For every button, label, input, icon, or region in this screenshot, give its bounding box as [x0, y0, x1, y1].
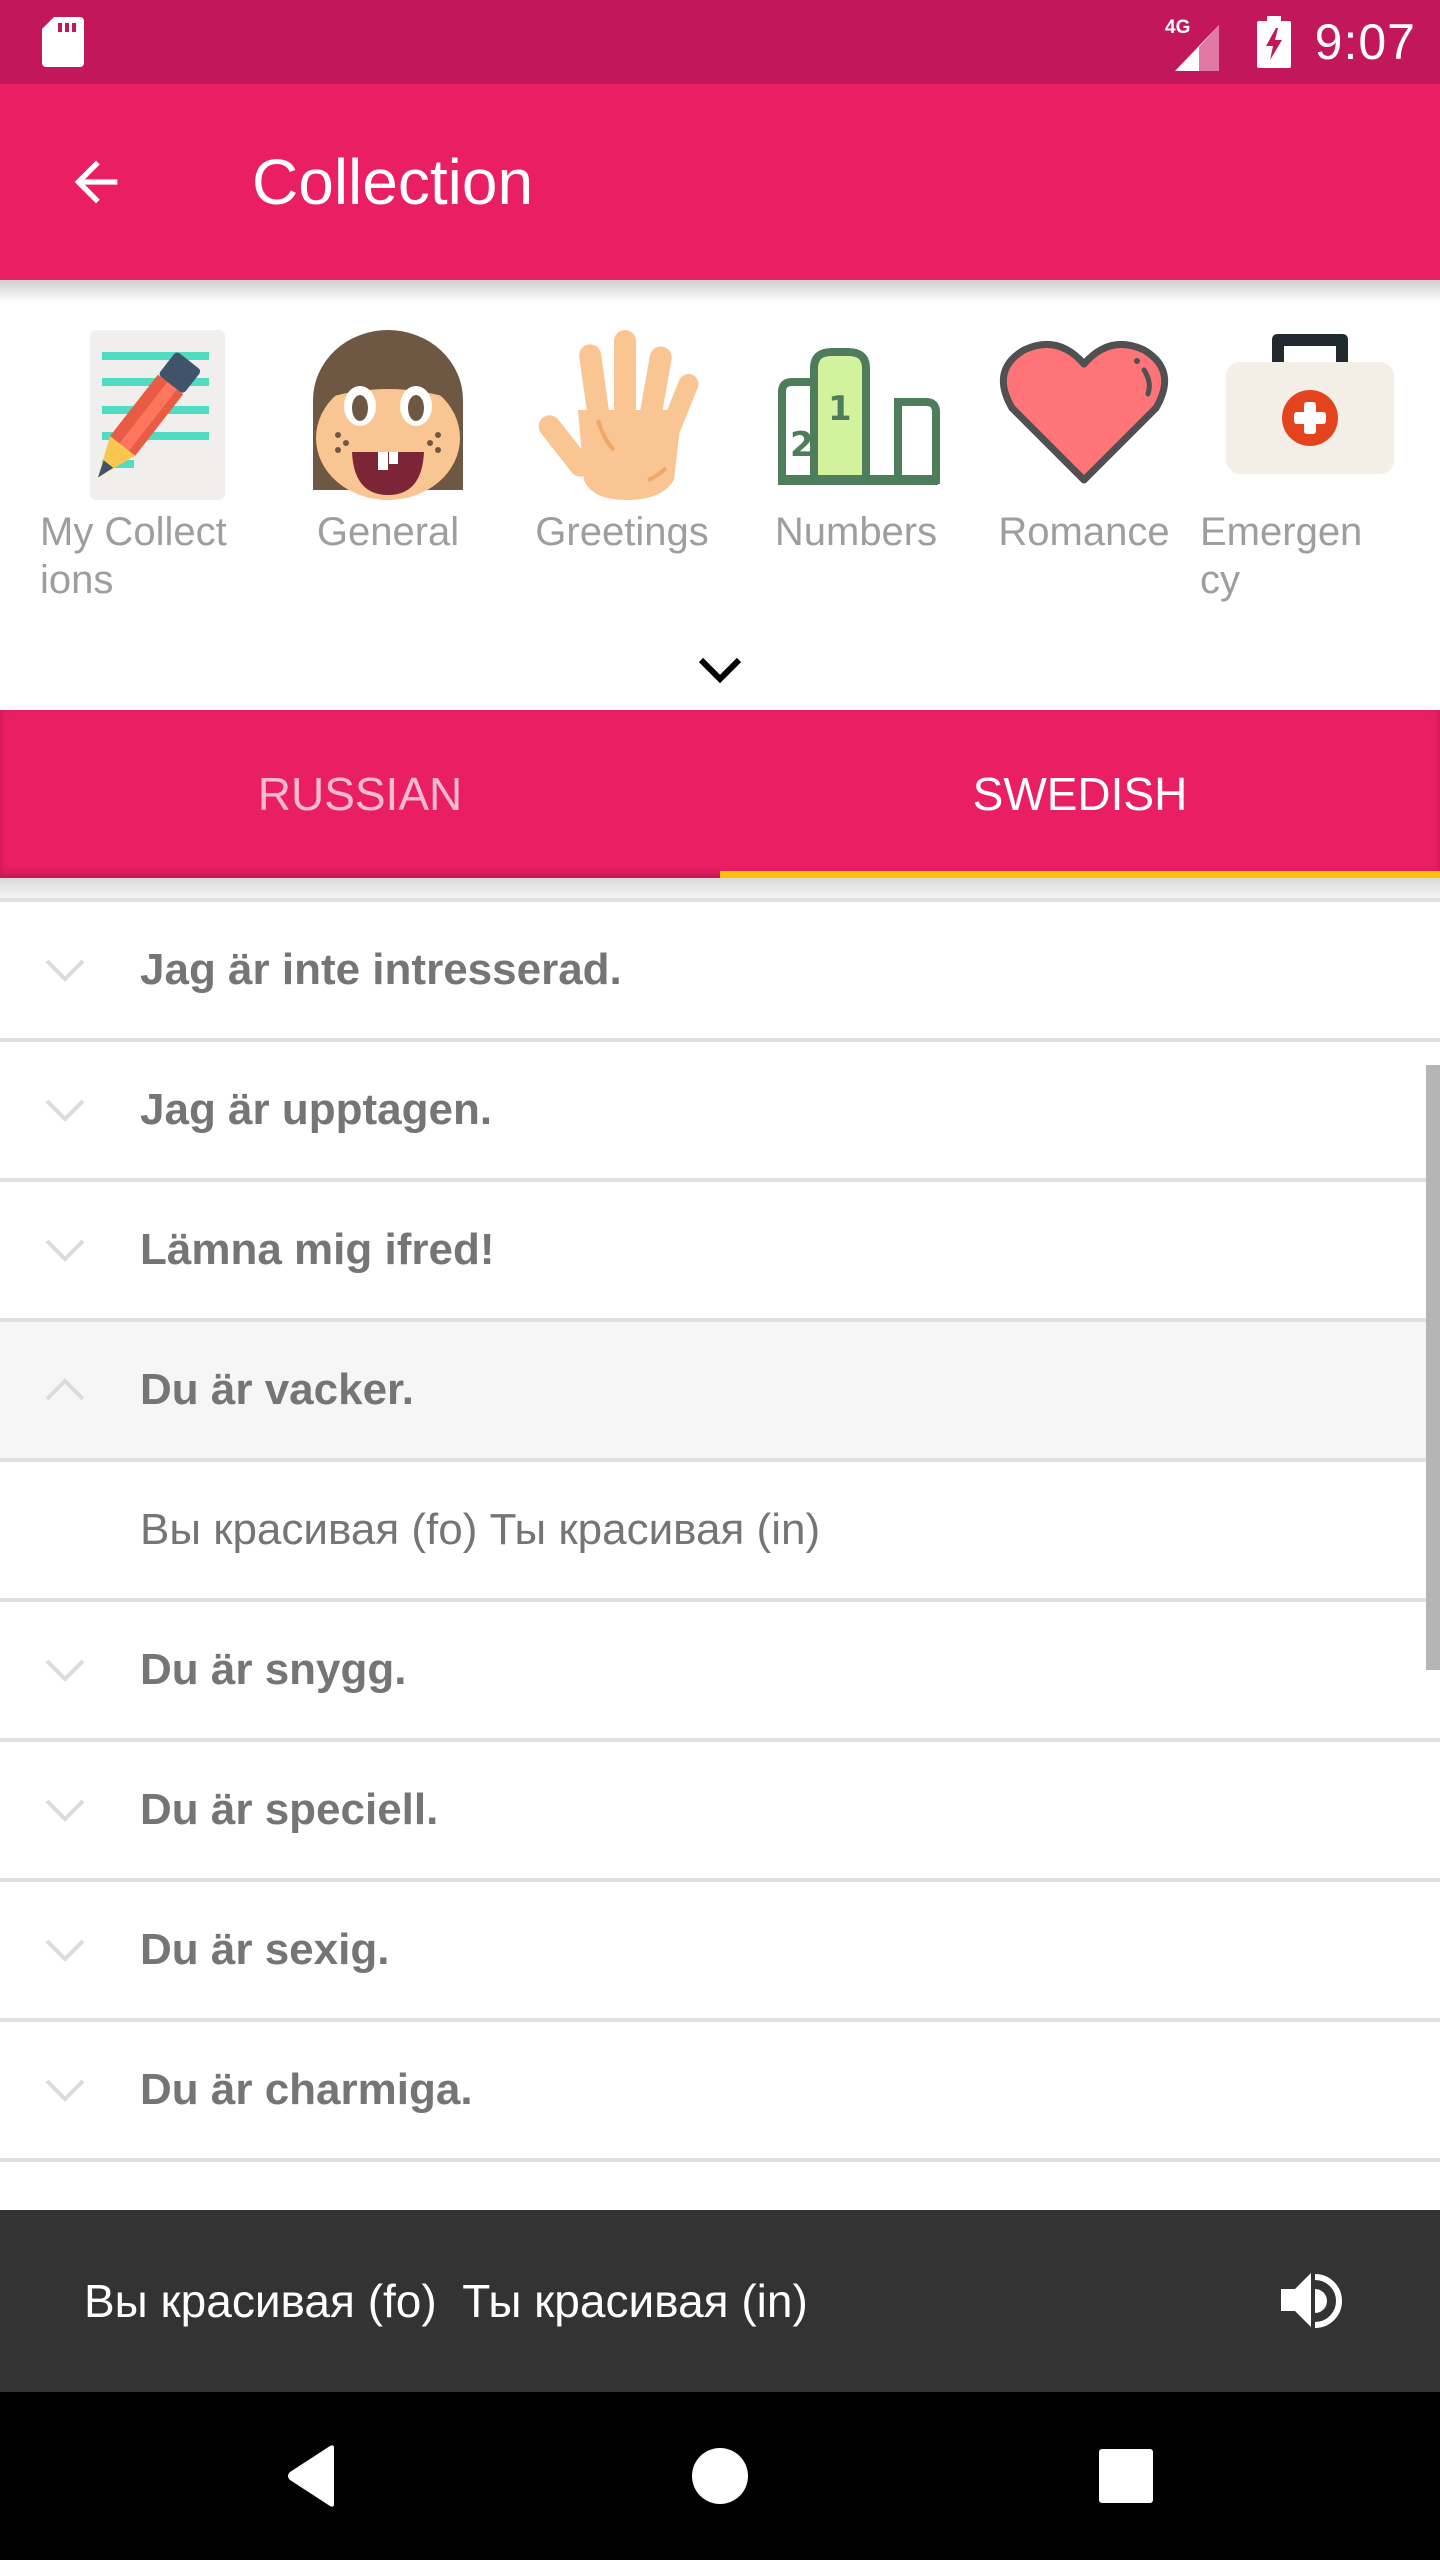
chevron-up-icon — [45, 1378, 85, 1401]
waving-hand-icon — [538, 330, 699, 500]
nav-home-button[interactable] — [670, 2426, 770, 2526]
phrase-row[interactable]: Du är speciell. — [0, 1738, 1440, 1878]
toolbar-shadow — [0, 280, 1440, 302]
translation-snackbar: Вы красивая (fo) Ты красивая (in) — [0, 2210, 1440, 2392]
category-label: Romance — [998, 510, 1170, 554]
svg-text:1: 1 — [828, 389, 852, 429]
category-label: My Collect ions — [40, 510, 227, 602]
phrase-list: Jag är inte intresserad. Jag är upptagen… — [0, 898, 1440, 2210]
chevron-down-icon — [45, 1239, 85, 1262]
phrase-translation-row[interactable]: Вы красивая (fo) Ты красивая (in) — [0, 1458, 1440, 1598]
podium-icon: 2 1 — [778, 348, 940, 485]
girl-face-icon — [313, 330, 463, 500]
phrase-text: Du är charmiga. — [140, 2065, 473, 2114]
category-label: Greetings — [535, 510, 709, 554]
category-romance[interactable]: Romance — [974, 330, 1194, 630]
system-nav-bar — [0, 2392, 1440, 2560]
phrase-row[interactable]: Du är snygg. — [0, 1598, 1440, 1738]
language-tabs: RUSSIAN SWEDISH — [0, 710, 1440, 878]
phrase-row[interactable] — [0, 2158, 1440, 2210]
back-button[interactable] — [48, 134, 144, 230]
svg-text:2: 2 — [790, 425, 814, 465]
category-my-collections[interactable]: My Collect ions — [40, 330, 260, 630]
clock: 9:07 — [1314, 14, 1416, 70]
speak-button[interactable] — [1262, 2250, 1362, 2350]
chevron-down-icon — [45, 959, 85, 982]
category-strip: My Collect ions General Greetings 2 1 Nu… — [0, 280, 1440, 710]
category-greetings[interactable]: Greetings — [512, 330, 732, 630]
nav-back-button[interactable] — [264, 2426, 364, 2526]
battery-charging-icon — [1256, 16, 1291, 68]
phrase-text: Du är speciell. — [140, 1785, 439, 1834]
phrase-text: Jag är inte intresserad. — [140, 945, 622, 994]
category-label: General — [316, 510, 460, 554]
nav-recents-button[interactable] — [1076, 2426, 1176, 2526]
chevron-down-icon — [45, 1939, 85, 1962]
chevron-down-icon — [45, 1799, 85, 1822]
phrase-row[interactable]: Du är sexig. — [0, 1878, 1440, 2018]
home-circle-icon — [692, 2448, 748, 2504]
snackbar-text: Вы красивая (fo) Ты красивая (in) — [84, 2275, 808, 2327]
svg-text:4G: 4G — [1165, 17, 1190, 38]
sd-card-icon — [42, 17, 84, 67]
back-triangle-icon — [288, 2445, 334, 2507]
phrase-row[interactable]: Jag är inte intresserad. — [0, 898, 1440, 1038]
phrase-text: Jag är upptagen. — [140, 1085, 493, 1134]
phrase-text: Du är snygg. — [140, 1645, 407, 1694]
phrase-row-expanded[interactable]: Du är vacker. — [0, 1318, 1440, 1458]
first-aid-kit-icon — [1226, 334, 1394, 474]
recents-square-icon — [1099, 2449, 1153, 2503]
toolbar: Collection — [0, 84, 1440, 280]
status-bar: 4G 9:07 — [0, 0, 1440, 84]
tab-indicator — [720, 871, 1440, 878]
list-scrollbar[interactable] — [1426, 1065, 1440, 1670]
phrase-translation: Вы красивая (fo) Ты красивая (in) — [140, 1505, 821, 1554]
tab-swedish[interactable]: SWEDISH — [720, 710, 1440, 878]
tab-russian[interactable]: RUSSIAN — [0, 710, 720, 878]
category-emergency[interactable]: Emergen cy — [1200, 330, 1420, 630]
category-label: Numbers — [774, 510, 938, 554]
phrase-text: Du är vacker. — [140, 1365, 414, 1414]
chevron-down-icon — [45, 1659, 85, 1682]
category-label: Emergen cy — [1200, 510, 1363, 602]
heart-icon — [1000, 340, 1168, 484]
arrow-left-icon — [74, 160, 118, 204]
category-general[interactable]: General — [278, 330, 498, 630]
signal-4g-icon: 4G — [1165, 17, 1219, 71]
speaker-icon — [1281, 2273, 1342, 2328]
phrase-row[interactable]: Du är charmiga. — [0, 2018, 1440, 2158]
chevron-down-icon — [45, 2079, 85, 2102]
phrase-text: Du är sexig. — [140, 1925, 390, 1974]
tabs-shadow — [0, 878, 1440, 898]
phrase-text: Lämna mig ifred! — [140, 1225, 495, 1274]
expand-categories-button[interactable] — [680, 640, 760, 700]
phrase-row[interactable]: Lämna mig ifred! — [0, 1178, 1440, 1318]
notepad-pencil-icon — [90, 330, 225, 500]
chevron-down-icon — [698, 657, 742, 684]
category-numbers[interactable]: 2 1 Numbers — [746, 330, 966, 630]
phrase-row[interactable]: Jag är upptagen. — [0, 1038, 1440, 1178]
page-title: Collection — [252, 146, 534, 218]
chevron-down-icon — [45, 1099, 85, 1122]
